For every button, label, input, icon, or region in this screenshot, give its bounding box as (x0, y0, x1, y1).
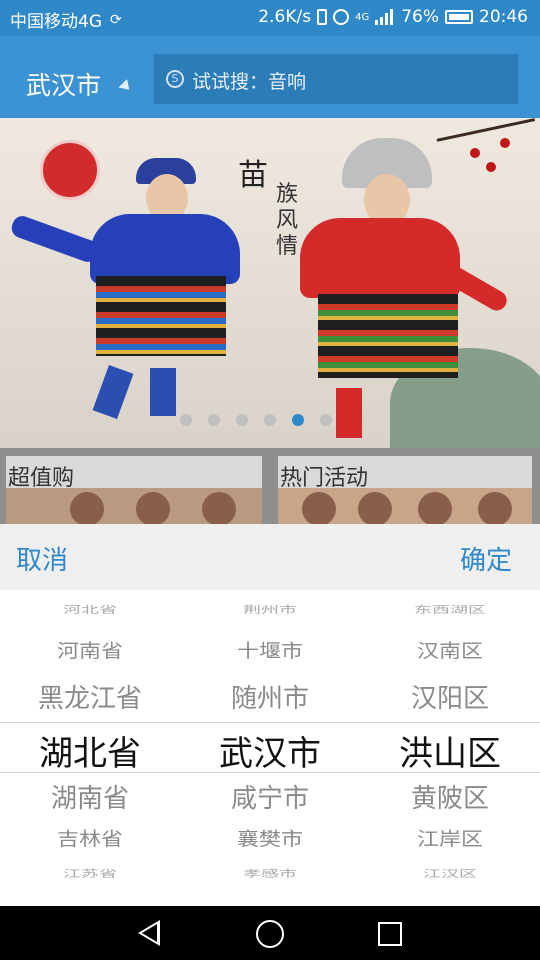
model-photo (70, 492, 104, 526)
search-box[interactable]: S 试试搜：音响 (154, 54, 518, 104)
picker-row[interactable]: 随州市 (180, 678, 360, 715)
carousel-dot[interactable] (208, 414, 220, 426)
picker-row[interactable]: 襄樊市 (180, 824, 360, 851)
carousel-dot[interactable] (236, 414, 248, 426)
vibrate-icon (317, 9, 328, 25)
region-picker: 取消 确定 河北省河南省黑龙江省湖北省 湖南省吉林省江苏省 荆州市十堰市随州市武汉… (0, 524, 540, 906)
recent-apps-icon[interactable] (378, 922, 402, 946)
sync-icon: ⟳ (110, 11, 122, 28)
banner-title: 苗 (238, 158, 268, 193)
picker-row[interactable]: 咸宁市 (180, 778, 360, 815)
picker-row[interactable]: 江汉区 (360, 866, 540, 880)
carousel-indicator (180, 414, 332, 426)
model-photo (202, 492, 236, 526)
alarm-icon (333, 9, 350, 25)
carrier-label: 中国移动4G (10, 12, 102, 32)
search-placeholder[interactable]: 试试搜：音响 (192, 67, 306, 94)
battery-icon (445, 10, 473, 24)
picker-row[interactable]: 吉林省 (0, 824, 180, 851)
tile-value-deals[interactable]: 超值购 (6, 456, 262, 526)
banner-subtitle: 族风情 (276, 182, 299, 259)
picker-row-selected[interactable]: 湖北省 (0, 726, 180, 775)
blossom-decoration (500, 138, 510, 148)
picker-row[interactable]: 孝感市 (180, 866, 360, 880)
picker-row[interactable]: 江岸区 (360, 824, 540, 851)
feature-tiles: 超值购 热门活动 (0, 448, 540, 526)
model-photo (358, 492, 392, 526)
model-photo (478, 492, 512, 526)
picker-wheels: 河北省河南省黑龙江省湖北省 湖南省吉林省江苏省 荆州市十堰市随州市武汉市 咸宁市襄樊… (0, 590, 540, 906)
confirm-button[interactable]: 确定 (460, 540, 512, 577)
picker-row[interactable]: 江苏省 (0, 866, 180, 880)
picker-row[interactable]: 河北省 (0, 602, 180, 616)
tile-hot-events[interactable]: 热门活动 (278, 456, 532, 526)
picker-row[interactable]: 黑龙江省 (0, 678, 180, 715)
picker-row[interactable]: 汉阳区 (360, 678, 540, 715)
city-wheel[interactable]: 荆州市十堰市随州市武汉市 咸宁市襄樊市孝感市 (180, 590, 360, 906)
carousel-dot[interactable] (320, 414, 332, 426)
status-bar: 中国移动4G ⟳ 2.6K/s 4G 76% 20:46 (0, 0, 540, 36)
province-wheel[interactable]: 河北省河南省黑龙江省湖北省 湖南省吉林省江苏省 (0, 590, 180, 906)
cancel-button[interactable]: 取消 (16, 540, 68, 577)
clock: 20:46 (479, 7, 528, 27)
picker-row[interactable]: 黄陂区 (360, 778, 540, 815)
app-header: 武汉市 S 试试搜：音响 (0, 36, 540, 118)
picker-toolbar: 取消 确定 (0, 524, 540, 590)
blossom-decoration (486, 162, 496, 172)
blossom-decoration (470, 148, 480, 158)
picker-row[interactable]: 东西湖区 (360, 602, 540, 616)
dropdown-caret-icon (118, 79, 134, 94)
carousel-dot[interactable] (180, 414, 192, 426)
model-photo (136, 492, 170, 526)
signal-icon (375, 9, 395, 25)
network-speed: 2.6K/s (258, 7, 312, 27)
city-label[interactable]: 武汉市 (26, 66, 101, 102)
picker-row-selected[interactable]: 武汉市 (180, 726, 360, 775)
picker-row-selected[interactable]: 洪山区 (360, 726, 540, 775)
picker-row[interactable]: 河南省 (0, 636, 180, 663)
model-photo (302, 492, 336, 526)
picker-row[interactable]: 汉南区 (360, 636, 540, 663)
carousel-dot-active[interactable] (292, 414, 304, 426)
system-nav-bar (0, 906, 540, 960)
brand-logo (40, 140, 100, 200)
picker-row[interactable]: 湖南省 (0, 778, 180, 815)
search-icon: S (166, 70, 184, 88)
network-type: 4G (355, 11, 370, 23)
back-icon[interactable] (138, 920, 160, 946)
district-wheel[interactable]: 东西湖区汉南区汉阳区洪山区 黄陂区江岸区江汉区 (360, 590, 540, 906)
promo-banner[interactable]: 苗 族风情 (0, 118, 540, 448)
picker-row[interactable]: 荆州市 (180, 602, 360, 616)
carousel-dot[interactable] (264, 414, 276, 426)
battery-percent: 76% (401, 7, 439, 27)
picker-row[interactable]: 十堰市 (180, 636, 360, 663)
home-icon[interactable] (256, 920, 284, 948)
model-photo (418, 492, 452, 526)
